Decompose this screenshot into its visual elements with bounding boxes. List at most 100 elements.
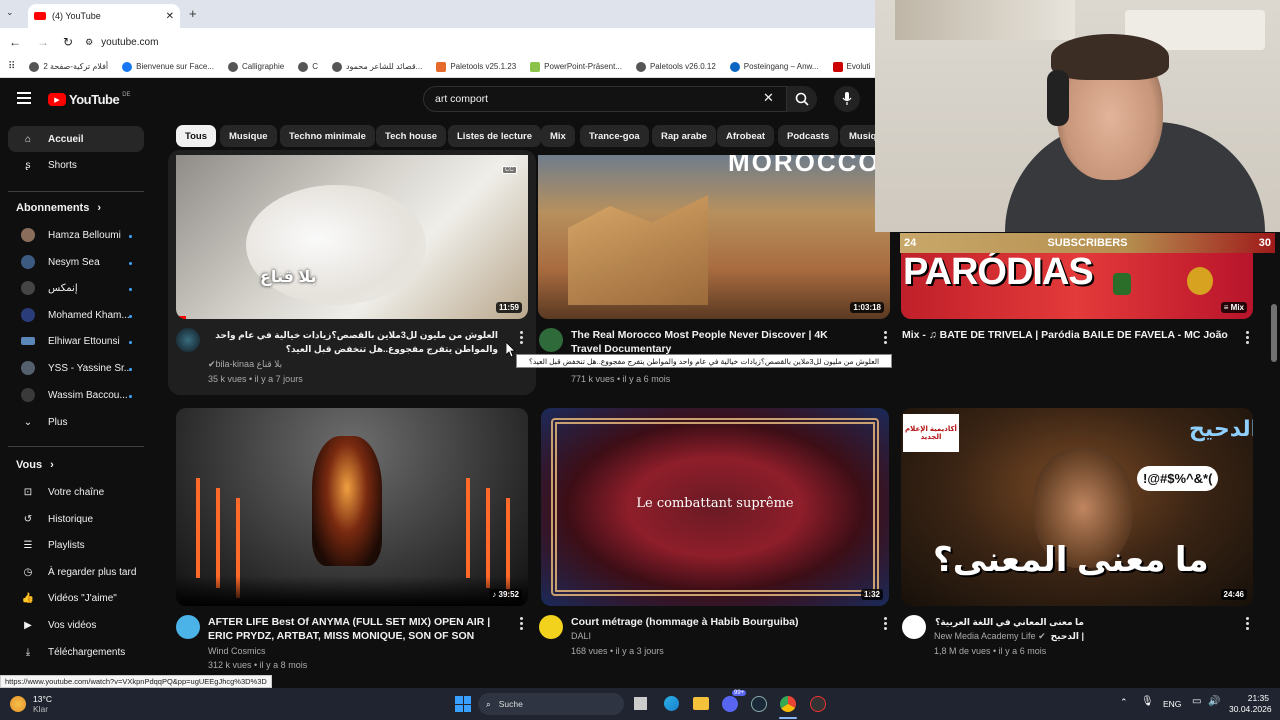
edge-icon[interactable]	[664, 696, 679, 711]
bookmark-item[interactable]: Posteingang – Anw...	[729, 61, 819, 72]
tab-list-icon[interactable]: ⌄	[6, 7, 20, 21]
sidebar-item-your-videos[interactable]: ▶ Vos vidéos	[8, 612, 144, 638]
sidebar-subscription[interactable]: Elhiwar Ettounsi	[8, 328, 144, 354]
sidebar-item-liked[interactable]: 👍 Vidéos "J'aime"	[8, 585, 144, 611]
channel-name[interactable]: DALI	[571, 629, 591, 644]
back-icon[interactable]: ←	[9, 35, 21, 49]
scrollbar-thumb[interactable]	[1271, 304, 1277, 362]
sidebar-subscription[interactable]: Hamza Belloumi	[8, 222, 144, 248]
youtube-logo[interactable]: ▶ YouTube DE	[48, 92, 131, 107]
bookmark-icon	[635, 61, 646, 72]
channel-avatar[interactable]	[539, 615, 563, 639]
more-options-icon[interactable]	[520, 331, 524, 346]
chip[interactable]: Trance-goa	[580, 125, 649, 147]
forward-icon[interactable]: →	[37, 35, 49, 49]
chip[interactable]: Techno minimale	[280, 125, 375, 147]
weather-widget[interactable]: 13°C Klar	[33, 694, 52, 714]
chip[interactable]: Musique	[220, 125, 277, 147]
channel-avatar[interactable]	[539, 328, 563, 352]
chip[interactable]: Podcasts	[778, 125, 839, 147]
bookmark-item[interactable]: Calligraphie	[227, 61, 284, 72]
site-info-icon[interactable]: ⚙	[85, 37, 93, 48]
video-title[interactable]: العلوش من مليون لل3ملاين بالقصص؟زيادات خ…	[208, 328, 498, 356]
more-options-icon[interactable]	[1246, 617, 1250, 632]
sidebar-subscription[interactable]: YSS - Yassine Sr...	[8, 355, 144, 381]
video-title[interactable]: AFTER LIFE Best Of ANYMA (FULL SET MIX) …	[208, 615, 508, 643]
reload-icon[interactable]: ↻	[63, 35, 73, 49]
sidebar-subscription[interactable]: Nesym Sea	[8, 249, 144, 275]
search-icon: ⌕	[486, 698, 491, 709]
close-tab-icon[interactable]: ✕	[166, 11, 174, 22]
video-thumbnail[interactable]: Le combattant suprême 1:32	[541, 408, 889, 606]
chrome-icon[interactable]	[780, 696, 796, 712]
search-button[interactable]	[787, 86, 817, 112]
more-options-icon[interactable]	[1246, 331, 1250, 346]
chip[interactable]: Rap arabe	[652, 125, 716, 147]
menu-icon[interactable]	[17, 92, 31, 104]
more-options-icon[interactable]	[884, 617, 888, 632]
taskbar-search[interactable]: ⌕ Suche	[478, 693, 624, 715]
video-thumbnail[interactable]: MOROCCO 1:03:18	[538, 155, 890, 319]
file-explorer-icon[interactable]	[693, 697, 709, 710]
sidebar-subscription[interactable]: إنمكس	[8, 275, 144, 301]
chip[interactable]: Afrobeat	[717, 125, 775, 147]
video-thumbnail[interactable]: أكاديمية الإعلام الجديد الدحيح !@#$%^&*(…	[901, 408, 1253, 606]
sidebar-item-channel[interactable]: ⊡ Votre chaîne	[8, 479, 144, 505]
channel-name[interactable]: New Media Academy Life ✔	[934, 629, 1046, 644]
sidebar-subscription[interactable]: Wassim Baccou...	[8, 382, 144, 408]
chip[interactable]: Listes de lecture	[448, 125, 541, 147]
steam-icon[interactable]	[751, 696, 767, 712]
discord-icon[interactable]	[722, 696, 738, 712]
network-icon[interactable]: ▭	[1192, 696, 1201, 707]
bookmark-item[interactable]: C	[298, 61, 318, 72]
browser-tab[interactable]: (4) YouTube ✕	[28, 4, 180, 28]
sidebar-subscription[interactable]: Mohamed Kham...	[8, 302, 144, 328]
you-heading[interactable]: Vous ›	[16, 459, 54, 471]
video-title[interactable]: The Real Morocco Most People Never Disco…	[571, 328, 861, 356]
new-tab-icon[interactable]: +	[189, 6, 197, 21]
channel-avatar[interactable]	[902, 615, 926, 639]
bookmark-item[interactable]: Bienvenue sur Face...	[122, 61, 214, 72]
bookmark-item[interactable]: PowerPoint-Präsent...	[530, 61, 622, 72]
task-view-icon[interactable]	[634, 697, 647, 710]
bookmark-item[interactable]: Evoluti	[832, 61, 871, 72]
volume-icon[interactable]: 🔊	[1208, 696, 1220, 707]
video-title[interactable]: Mix - ♫ BATE DE TRIVELA | Paródia BAILE …	[902, 328, 1232, 342]
video-thumbnail[interactable]: ♪ 39:52	[176, 408, 528, 606]
sidebar-item-history[interactable]: ↺ Historique	[8, 506, 144, 532]
chip-all[interactable]: Tous	[176, 125, 216, 147]
sidebar-item-home[interactable]: ⌂ Accueil	[8, 126, 144, 152]
bookmark-item[interactable]: قصائد للشاعر محمود...	[331, 61, 422, 72]
chip[interactable]: Tech house	[376, 125, 447, 147]
sidebar-item-watch-later[interactable]: ◷ À regarder plus tard	[8, 559, 144, 585]
windows-start-icon[interactable]	[455, 696, 471, 712]
sidebar-item-shorts[interactable]: ʂ Shorts	[8, 152, 144, 178]
sidebar-more[interactable]: ⌄ Plus	[8, 409, 144, 435]
tray-expand-icon[interactable]: ⌃	[1120, 697, 1128, 708]
apps-icon[interactable]: ⠿	[8, 61, 15, 72]
voice-search-button[interactable]	[834, 86, 860, 112]
microphone-tray-icon[interactable]: 🎙	[1141, 696, 1154, 707]
subscriptions-heading[interactable]: Abonnements ›	[16, 202, 101, 214]
video-title[interactable]: Court métrage (hommage à Habib Bourguiba…	[571, 615, 871, 629]
more-options-icon[interactable]	[884, 331, 888, 346]
clock[interactable]: 21:35 30.04.2026	[1229, 693, 1272, 715]
recorder-icon[interactable]	[810, 696, 826, 712]
bookmark-item[interactable]: Paletools v26.0.12	[635, 61, 716, 72]
language-indicator[interactable]: ENG	[1163, 699, 1181, 709]
clear-search-icon[interactable]: ✕	[763, 90, 774, 106]
chip[interactable]: Mix	[541, 125, 575, 147]
url-field[interactable]: youtube.com	[101, 37, 158, 48]
bookmark-item[interactable]: أفلام تركية-صفحة 2	[29, 61, 108, 72]
channel-name[interactable]: ✔bila-kinaa بلا قناع	[208, 357, 282, 372]
video-thumbnail[interactable]: PARÓDIAS ≡ Mix	[901, 253, 1253, 319]
sidebar-item-downloads[interactable]: ⤓ Téléchargements	[8, 639, 144, 665]
channel-name[interactable]: Wind Cosmics	[208, 644, 266, 659]
sidebar-item-playlists[interactable]: ☰ Playlists	[8, 532, 144, 558]
video-thumbnail[interactable]: بلا قناع CC 11:59	[176, 155, 528, 319]
channel-avatar[interactable]	[176, 328, 200, 352]
bookmark-item[interactable]: Paletools v25.1.23	[436, 61, 516, 72]
search-input[interactable]: art comport	[423, 86, 787, 112]
more-options-icon[interactable]	[520, 617, 524, 632]
channel-avatar[interactable]	[176, 615, 200, 639]
